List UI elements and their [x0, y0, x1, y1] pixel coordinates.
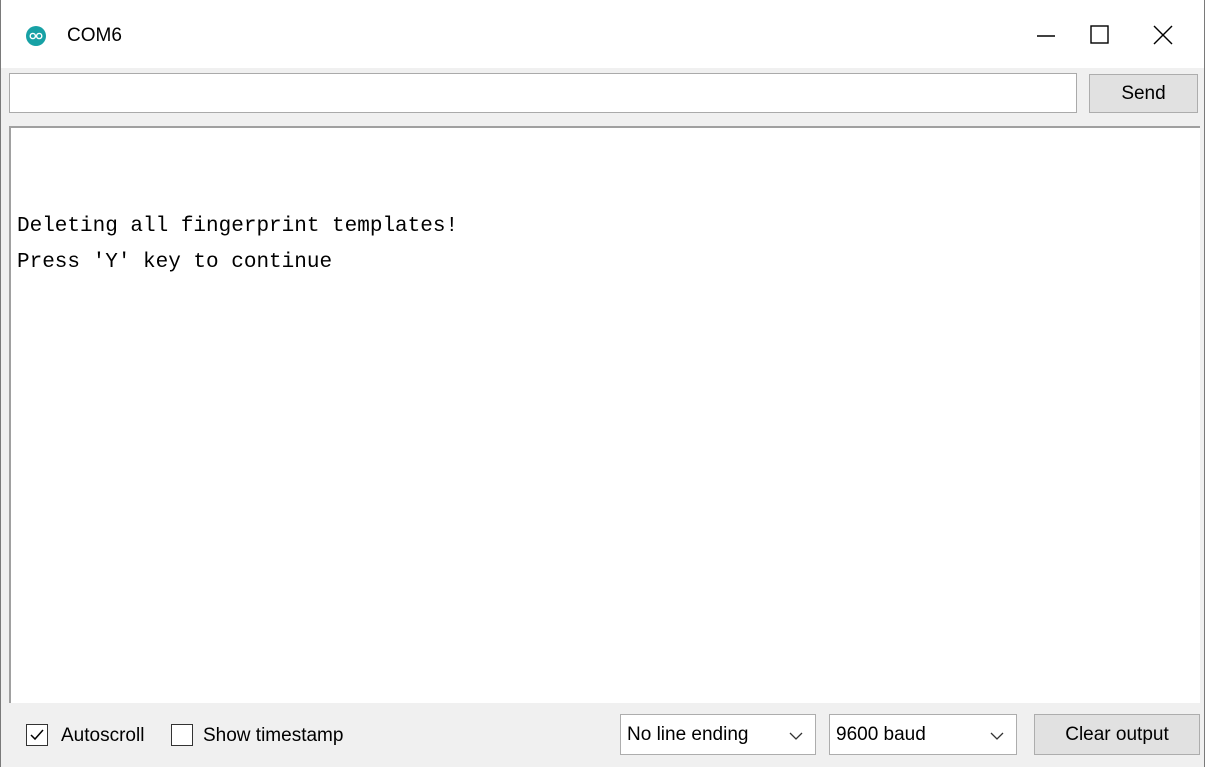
chevron-down-icon: [789, 732, 803, 740]
serial-monitor-window: COM6 Send Deleting all fingerprint templ…: [0, 0, 1205, 767]
autoscroll-checkbox[interactable]: [26, 724, 48, 746]
minimize-button[interactable]: [1018, 12, 1074, 58]
serial-output[interactable]: Deleting all fingerprint templates! Pres…: [9, 126, 1200, 703]
output-line: Deleting all fingerprint templates!: [17, 215, 459, 238]
serial-input[interactable]: [9, 73, 1077, 113]
show-timestamp-checkbox[interactable]: [171, 724, 193, 746]
baud-rate-value: 9600 baud: [836, 724, 926, 745]
autoscroll-label[interactable]: Autoscroll: [61, 724, 144, 748]
chevron-down-icon: [990, 732, 1004, 740]
footer-bar: Autoscroll Show timestamp No line ending…: [1, 703, 1204, 767]
line-ending-select[interactable]: No line ending: [620, 714, 816, 755]
output-line: Press 'Y' key to continue: [17, 251, 333, 274]
close-icon: [1153, 25, 1173, 45]
line-ending-value: No line ending: [627, 724, 749, 745]
maximize-icon: [1090, 25, 1109, 44]
send-bar: Send: [1, 68, 1204, 126]
title-bar: COM6: [1, 0, 1204, 68]
window-title: COM6: [67, 25, 122, 46]
close-button[interactable]: [1135, 12, 1191, 58]
send-button[interactable]: Send: [1089, 74, 1198, 113]
clear-output-button[interactable]: Clear output: [1034, 714, 1200, 755]
arduino-logo-icon: [26, 26, 46, 46]
checkmark-icon: [30, 729, 44, 741]
baud-rate-select[interactable]: 9600 baud: [829, 714, 1017, 755]
maximize-button[interactable]: [1072, 12, 1128, 58]
show-timestamp-label[interactable]: Show timestamp: [203, 724, 343, 748]
minimize-icon: [1037, 35, 1055, 37]
